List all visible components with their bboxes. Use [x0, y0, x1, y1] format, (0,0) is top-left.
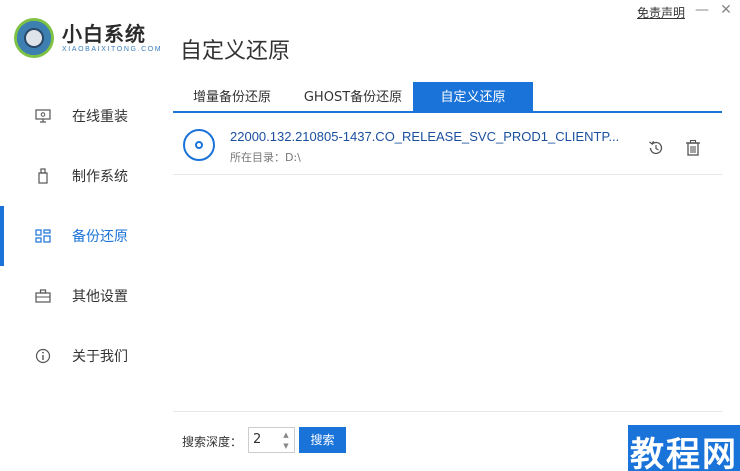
sidebar-item-other-settings[interactable]: 其他设置 [0, 266, 160, 326]
sidebar-item-label: 关于我们 [72, 349, 128, 365]
watermark-text: 教程网 [630, 435, 738, 471]
logo-icon [14, 18, 54, 58]
monitor-icon [34, 107, 52, 125]
restore-icon[interactable] [647, 139, 665, 157]
sidebar-item-label: 在线重装 [72, 109, 128, 125]
stepper-up-icon[interactable]: ▲ [281, 430, 291, 440]
disc-icon [183, 129, 215, 161]
tab-ghost-backup[interactable]: GHOST备份还原 [293, 82, 413, 113]
info-icon [34, 347, 52, 365]
close-button[interactable]: ✕ [718, 2, 734, 18]
backup-directory: 所在目录：D:\ [230, 151, 301, 164]
minimize-button[interactable]: — [694, 2, 710, 18]
sidebar: 小白系统 XIAOBAIXITONG.COM 在线重装 制作系统 备份还原 其他… [0, 0, 161, 471]
tab-incremental-backup[interactable]: 增量备份还原 [179, 82, 285, 113]
sidebar-item-label: 其他设置 [72, 289, 128, 305]
sidebar-item-label: 制作系统 [72, 169, 128, 185]
grid-icon [34, 227, 52, 245]
disclaimer-link[interactable]: 免责声明 [637, 4, 685, 21]
sidebar-item-about-us[interactable]: 关于我们 [0, 326, 160, 386]
search-button[interactable]: 搜索 [299, 427, 346, 453]
sidebar-item-backup-restore[interactable]: 备份还原 [0, 206, 160, 266]
backup-file-name: 22000.132.210805-1437.CO_RELEASE_SVC_PRO… [230, 129, 620, 144]
usb-icon [34, 167, 52, 185]
sidebar-nav: 在线重装 制作系统 备份还原 其他设置 关于我们 [0, 86, 160, 386]
sidebar-item-label: 备份还原 [72, 229, 128, 245]
app-title: 小白系统 [62, 22, 146, 46]
tab-custom-restore[interactable]: 自定义还原 [413, 82, 533, 113]
trash-icon[interactable] [684, 139, 702, 157]
search-depth-value: 2 [253, 432, 262, 447]
search-depth-label: 搜索深度： [182, 435, 243, 449]
stepper-down-icon[interactable]: ▼ [281, 441, 291, 451]
search-depth-stepper[interactable]: 2 ▲ ▼ [248, 427, 295, 453]
briefcase-icon [34, 287, 52, 305]
app-subtitle: XIAOBAIXITONG.COM [62, 46, 163, 53]
backup-list-item[interactable]: 22000.132.210805-1437.CO_RELEASE_SVC_PRO… [173, 115, 722, 175]
watermark: 教程网 [628, 425, 740, 471]
app-logo: 小白系统 XIAOBAIXITONG.COM [14, 14, 164, 64]
sidebar-item-online-reinstall[interactable]: 在线重装 [0, 86, 160, 146]
tab-bar: 增量备份还原 GHOST备份还原 自定义还原 [173, 82, 722, 113]
page-title: 自定义还原 [180, 39, 291, 64]
sidebar-item-make-system[interactable]: 制作系统 [0, 146, 160, 206]
